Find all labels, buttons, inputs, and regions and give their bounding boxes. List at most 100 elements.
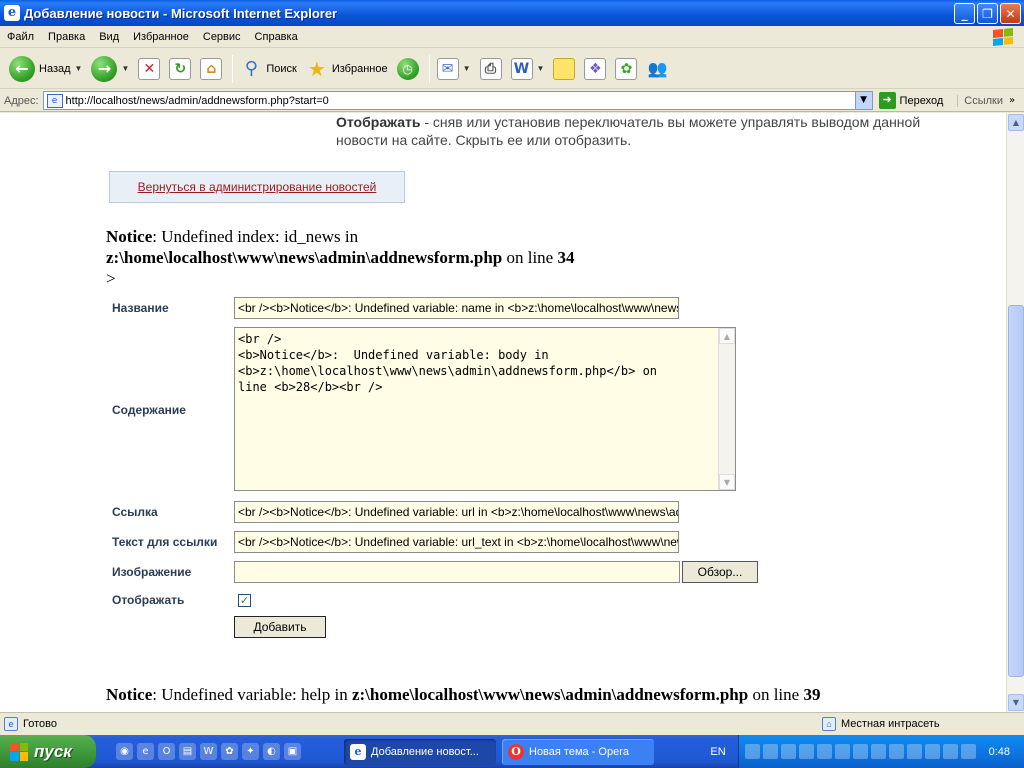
print-button[interactable]: ⎙ [477, 52, 505, 86]
history-icon: ◷ [396, 57, 419, 80]
icq-button[interactable]: ✿ [612, 52, 640, 86]
scroll-down-icon[interactable]: ▼ [1008, 694, 1024, 711]
scrollbar-thumb[interactable] [1008, 305, 1024, 677]
icq-flower-icon: ✿ [615, 57, 638, 80]
body-textarea[interactable]: <br /> <b>Notice</b>: Undefined variable… [234, 327, 736, 491]
language-indicator[interactable]: EN [700, 735, 736, 768]
image-file-input[interactable] [234, 561, 680, 583]
history-button[interactable]: ◷ [394, 52, 422, 86]
notice-path: z:\home\localhost\www\news\admin\addnews… [106, 248, 503, 267]
menu-help[interactable]: Справка [248, 31, 305, 43]
tray-icon[interactable] [745, 744, 760, 759]
favorites-label: Избранное [331, 62, 388, 75]
tray-icon[interactable] [907, 744, 922, 759]
edit-button[interactable]: W ▼ [508, 52, 548, 86]
tray-icon[interactable] [799, 744, 814, 759]
show-checkbox[interactable]: ✓ [238, 594, 251, 607]
textarea-scrollbar[interactable]: ▲ ▼ [718, 328, 735, 490]
back-button[interactable]: ← Назад ▼ [6, 52, 85, 86]
tray-icon[interactable] [961, 744, 976, 759]
notes-button[interactable] [550, 52, 578, 86]
back-dropdown-icon[interactable]: ▼ [75, 64, 83, 73]
go-button[interactable]: ➜ Переход [878, 92, 943, 109]
scroll-up-icon[interactable]: ▲ [1008, 114, 1024, 131]
task-ie-label: Добавление новост... [371, 746, 479, 758]
page-scrollbar[interactable]: ▲ ▼ [1006, 113, 1024, 712]
clock[interactable]: 0:48 [989, 746, 1010, 758]
research-button[interactable]: ❖ [581, 52, 609, 86]
tray-icon[interactable] [763, 744, 778, 759]
messenger-users-icon: 👥 [647, 59, 668, 78]
ie-quicklaunch-icon[interactable]: e [137, 743, 154, 760]
menu-view[interactable]: Вид [92, 31, 126, 43]
windows-flag-icon [10, 742, 28, 761]
mail-dropdown-icon[interactable]: ▼ [463, 64, 471, 73]
menu-file[interactable]: Файл [0, 31, 41, 43]
messenger-button[interactable]: 👥 [643, 52, 671, 86]
task-ie[interactable]: e Добавление новост... [344, 739, 496, 765]
back-to-admin-link[interactable]: Вернуться в администрирование новостей [138, 180, 377, 194]
menu-favorites[interactable]: Избранное [126, 31, 196, 43]
tray-icon[interactable] [889, 744, 904, 759]
address-dropdown-icon[interactable]: ▼ [854, 92, 872, 109]
intranet-icon: ⌂ [822, 717, 836, 731]
address-url[interactable]: http://localhost/news/admin/addnewsform.… [66, 95, 329, 107]
icq-quicklaunch-icon[interactable]: ✿ [221, 743, 238, 760]
save-icon[interactable]: ▣ [284, 743, 301, 760]
favorites-button[interactable]: ★ Избранное [303, 52, 391, 86]
forward-dropdown-icon[interactable]: ▼ [121, 64, 129, 73]
menu-tools[interactable]: Сервис [196, 31, 248, 43]
taskbar: пуск ◉ e O ▤ W ✿ ✦ ◐ ▣ e Добавление ново… [0, 735, 1024, 768]
quick-launch: ◉ e O ▤ W ✿ ✦ ◐ ▣ [116, 743, 301, 760]
tray-icon[interactable] [925, 744, 940, 759]
maximize-button[interactable]: ❐ [977, 3, 998, 24]
task-opera[interactable]: O Новая тема - Opera [502, 739, 654, 765]
mail-button[interactable]: ✉ ▼ [434, 52, 474, 86]
refresh-button[interactable]: ↻ [166, 52, 194, 86]
status-bar: e Готово ⌂ Местная интрасеть [0, 712, 1024, 735]
star-icon: ★ [307, 56, 326, 81]
notice-path: z:\home\localhost\www\news\admin\addnews… [351, 685, 749, 704]
url-input[interactable]: <br /><b>Notice</b>: Undefined variable:… [234, 501, 679, 523]
name-input[interactable]: <br /><b>Notice</b>: Undefined variable:… [234, 297, 679, 319]
opera-quicklaunch-icon[interactable]: O [158, 743, 175, 760]
tray-icon[interactable] [853, 744, 868, 759]
tray-icon[interactable] [943, 744, 958, 759]
scroll-down-icon[interactable]: ▼ [719, 474, 735, 490]
page-icon: e [46, 93, 63, 108]
zone-text: Местная интрасеть [841, 718, 940, 730]
forward-button[interactable]: → ▼ [88, 52, 132, 86]
tray-icon[interactable] [871, 744, 886, 759]
address-input[interactable]: e http://localhost/news/admin/addnewsfor… [42, 91, 873, 110]
chevron-right-icon[interactable]: » [1009, 95, 1015, 106]
toolbar-separator [428, 54, 430, 83]
tool-icon[interactable]: ✦ [242, 743, 259, 760]
toolbar-separator [232, 54, 234, 83]
start-button[interactable]: пуск [0, 735, 96, 768]
edit-dropdown-icon[interactable]: ▼ [537, 64, 545, 73]
tray-icon[interactable] [781, 744, 796, 759]
url-text-label: Текст для ссылки [112, 535, 218, 549]
links-toolbar[interactable]: Ссылки [957, 94, 1003, 107]
url-text-input[interactable]: <br /><b>Notice</b>: Undefined variable:… [234, 531, 679, 553]
close-button[interactable]: ✕ [1000, 3, 1021, 24]
stop-button[interactable]: ✕ [135, 52, 163, 86]
menu-bar: Файл Правка Вид Избранное Сервис Справка [0, 26, 1024, 48]
opera-alt-icon[interactable]: ◐ [263, 743, 280, 760]
tray-icon[interactable] [817, 744, 832, 759]
word-quicklaunch-icon[interactable]: W [200, 743, 217, 760]
menu-edit[interactable]: Правка [41, 31, 92, 43]
search-button[interactable]: ⚲ Поиск [237, 52, 299, 86]
page-content: Отображать - сняв или установив переключ… [0, 113, 1006, 712]
tray-icon[interactable] [835, 744, 850, 759]
scroll-up-icon[interactable]: ▲ [719, 328, 735, 344]
folder-icon[interactable]: ▤ [179, 743, 196, 760]
minimize-button[interactable]: _ [954, 3, 975, 24]
research-icon: ❖ [584, 57, 607, 80]
add-button[interactable]: Добавить [234, 616, 326, 638]
help-description: - сняв или установив переключатель вы мо… [336, 114, 921, 148]
media-icon[interactable]: ◉ [116, 743, 133, 760]
notice-text: : Undefined index: id_news in [152, 227, 359, 246]
home-button[interactable]: ⌂ [197, 52, 225, 86]
browse-button[interactable]: Обзор... [682, 561, 758, 583]
